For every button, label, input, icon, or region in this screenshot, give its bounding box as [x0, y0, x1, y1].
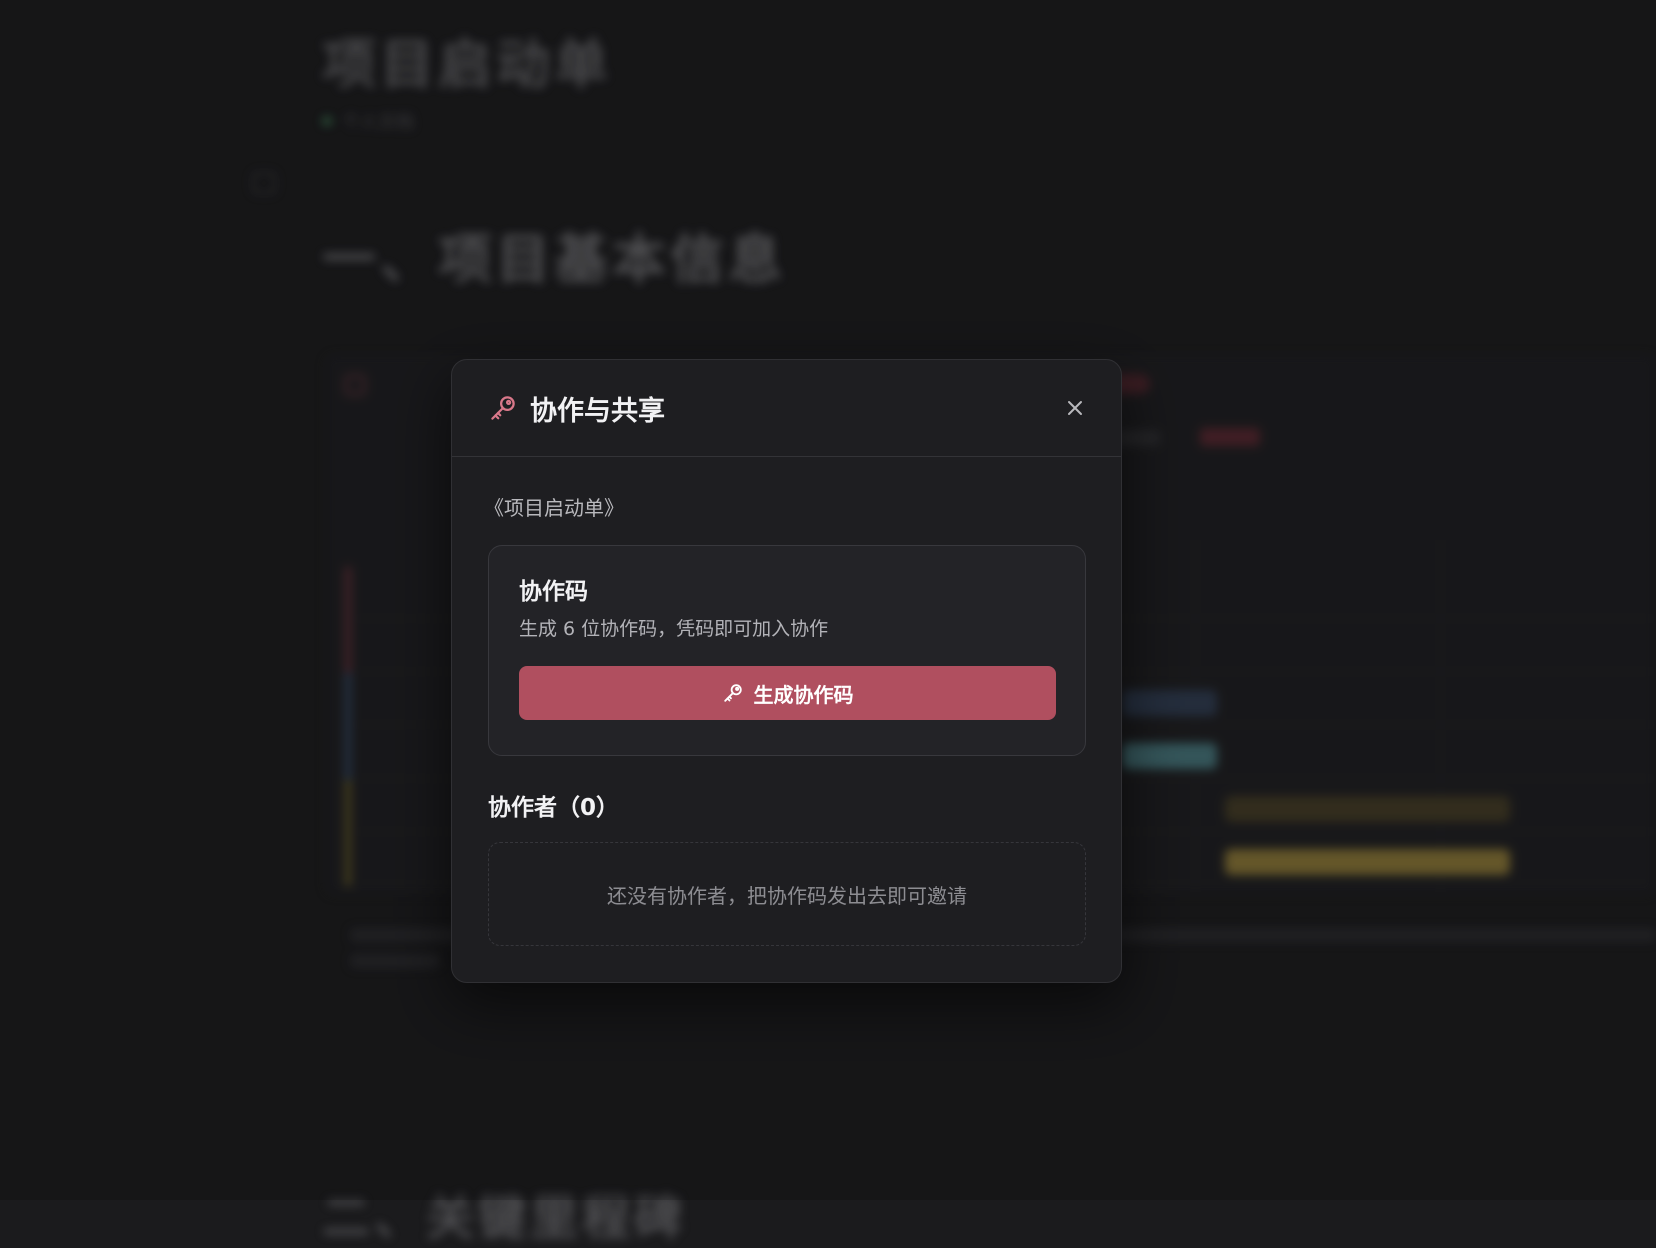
close-button[interactable]	[1057, 390, 1093, 426]
collab-code-title: 协作码	[519, 579, 588, 605]
empty-state-text: 还没有协作者，把协作码发出去即可邀请	[607, 883, 967, 908]
collaborators-empty-state: 还没有协作者，把协作码发出去即可邀请	[488, 842, 1086, 946]
collab-code-description: 生成 6 位协作码，凭码即可加入协作	[519, 618, 829, 640]
document-name: 《项目启动单》	[484, 496, 624, 520]
share-dialog: 协作与共享 《项目启动单》 协作码 生成 6 位协作码，凭码即可加入协作 生成协…	[451, 359, 1122, 983]
close-icon	[1068, 401, 1082, 415]
dialog-header: 协作与共享	[452, 360, 1121, 457]
key-icon	[723, 684, 742, 702]
generate-code-label: 生成协作码	[753, 684, 854, 707]
collab-code-card: 协作码 生成 6 位协作码，凭码即可加入协作 生成协作码	[488, 545, 1086, 756]
dialog-title: 协作与共享	[530, 395, 665, 426]
key-icon	[488, 393, 518, 423]
dialog-body: 《项目启动单》 协作码 生成 6 位协作码，凭码即可加入协作 生成协作码 协作者…	[452, 457, 1121, 946]
collaborators-title: 协作者（0）	[488, 795, 620, 821]
generate-code-button[interactable]: 生成协作码	[519, 666, 1056, 720]
